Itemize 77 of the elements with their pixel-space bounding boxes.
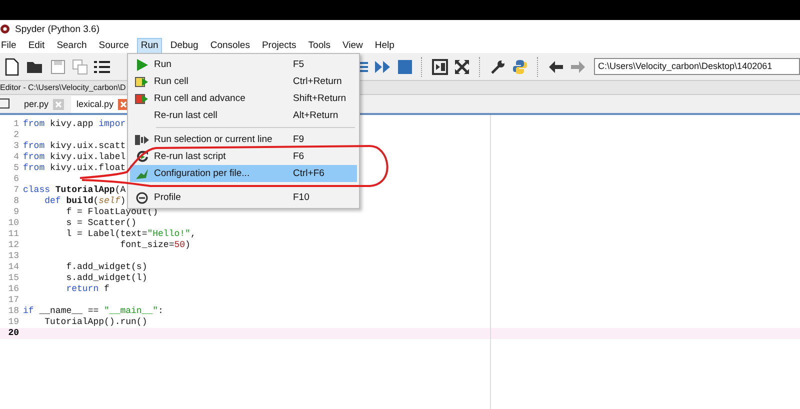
close-icon[interactable] [118,98,129,110]
menu-item[interactable]: Run selection or current line F9 [130,131,357,148]
code-line: f.add_widget(s) [65,262,148,273]
fast-forward-icon[interactable] [374,60,392,74]
line-number: 18 [7,306,20,317]
back-arrow-icon[interactable] [548,60,564,74]
wrench-icon[interactable] [490,58,506,74]
menu-item[interactable]: File [0,38,20,54]
line-number: 1 [12,119,20,130]
line-number: 20 [7,328,20,339]
menu-item[interactable]: Configuration per file... Ctrl+F6 [130,165,357,182]
line-number: 11 [7,229,20,240]
menu-item[interactable]: Projects [258,38,300,54]
menu-item[interactable]: Profile F10 [130,189,357,206]
line-number: 9 [12,207,20,218]
line-number: 13 [7,251,20,262]
line-number: 8 [12,196,20,207]
menu-item[interactable]: Help [370,38,398,54]
python-icon[interactable] [512,58,528,74]
code-line: font_size=50) [119,240,190,251]
line-number: 17 [7,295,20,306]
run-cell-icon [135,76,149,88]
code-line: if __name__ == "__main__": [23,306,164,317]
line-number: 10 [7,218,20,229]
config-icon [135,168,149,180]
menu-item[interactable]: Search [52,38,91,54]
menu-item[interactable]: Debug [166,38,202,54]
line-number: 16 [7,284,20,295]
menu-item[interactable]: Run [136,38,162,54]
line-number: 3 [12,141,20,152]
line-number: 15 [7,273,20,284]
code-line: f = FloatLayout() [65,207,158,218]
save-icon[interactable] [50,58,66,74]
line-number: 4 [12,152,20,163]
code-line: s.add_widget(l) [65,273,148,284]
menu-item[interactable]: Re-run last cell Alt+Return [130,107,357,124]
run-selection-icon [135,134,149,146]
menu-item[interactable]: Consoles [206,38,254,54]
file-tab[interactable]: per.py [18,96,67,113]
pane-icon[interactable] [432,58,448,74]
menu-item[interactable]: Re-run last script F6 [130,148,357,165]
profile-icon [136,192,148,204]
window-title: Spyder (Python 3.6) [15,24,100,34]
line-number: 12 [7,240,20,251]
line-number: 19 [7,317,20,328]
code-line: from kivy.uix.label [23,152,126,163]
play-icon [136,58,148,70]
code-line: return f [65,284,110,295]
line-number: 6 [12,174,20,185]
editor-path-label: Editor - C:\Users\Velocity_carbon\D [0,83,126,92]
menu-item[interactable]: Run cell and advance Shift+Return [130,90,357,107]
new-file-icon[interactable] [4,58,20,76]
stop-icon[interactable] [398,60,412,74]
menu-item[interactable]: Source [94,38,133,54]
browse-tabs-icon[interactable] [0,98,10,109]
menu-item[interactable]: Run F5 [130,56,357,73]
menu-item[interactable]: View [338,38,367,54]
code-line: class TutorialApp(A [23,185,126,196]
code-line: def build(self) [44,196,126,207]
code-line: from kivy.uix.float [23,163,126,174]
code-line: from kivy.app impor [23,119,126,130]
run-cell-icon [135,92,149,104]
list-icon[interactable] [94,60,110,74]
line-number: 2 [12,130,20,141]
line-number: 14 [7,262,20,273]
fullscreen-icon[interactable] [454,58,470,74]
code-line: s = Scatter() [65,218,136,229]
menu-item[interactable]: Tools [304,38,334,54]
menu-item[interactable]: Run cell Ctrl+Return [130,73,357,90]
line-number: 5 [12,163,20,174]
code-line: from kivy.uix.scatt [23,141,126,152]
line-number: 7 [12,185,20,196]
rerun-icon [136,150,148,163]
menu-item[interactable]: Edit [24,38,49,54]
code-line: TutorialApp().run() [44,317,148,328]
directory-field[interactable]: C:\Users\Velocity_carbon\Desktop\1402061 [594,58,800,75]
code-line: l = Label(text="Hello!", [65,229,196,240]
